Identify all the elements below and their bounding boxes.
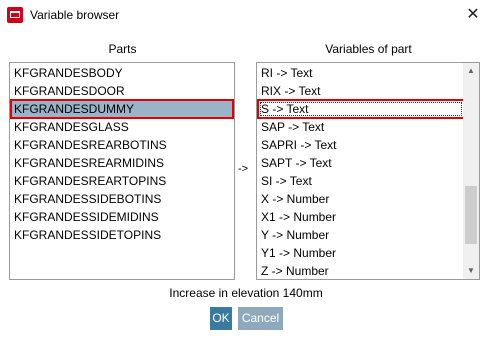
variables-list-item[interactable]: SAPRI -> Text bbox=[258, 136, 464, 154]
variables-header: Variables of part bbox=[325, 42, 412, 56]
app-icon bbox=[7, 7, 23, 23]
ok-button[interactable]: OK bbox=[210, 307, 232, 330]
variables-list-item[interactable]: Z -> Number bbox=[258, 262, 464, 280]
scroll-up-icon[interactable]: ▲ bbox=[463, 63, 479, 79]
cancel-button[interactable]: Cancel bbox=[238, 307, 283, 330]
parts-list[interactable]: KFGRANDESBODY KFGRANDESDOOR KFGRANDESDUMMY… bbox=[9, 62, 235, 280]
parts-list-item[interactable]: KFGRANDESBODY bbox=[11, 64, 233, 82]
window-title: Variable browser bbox=[30, 8, 120, 22]
vertical-scrollbar[interactable]: ▲ ▼ bbox=[463, 63, 479, 279]
variables-list-item[interactable]: RI -> Text bbox=[258, 64, 464, 82]
parts-header: Parts bbox=[108, 42, 137, 56]
variables-list[interactable]: Z -> Number Y1 -> Number Y -> Number X1 -> … bbox=[256, 62, 480, 280]
title-bar: Variable browser ✕ bbox=[0, 0, 492, 30]
variables-list-item[interactable]: S -> Text bbox=[257, 99, 465, 119]
variables-list-item[interactable]: Y -> Number bbox=[258, 226, 464, 244]
parts-list-item[interactable]: KFGRANDESDOOR bbox=[11, 82, 233, 100]
variables-list-item[interactable]: X -> Number bbox=[258, 190, 464, 208]
variables-list-item[interactable]: SAPT -> Text bbox=[258, 154, 464, 172]
parts-list-item[interactable]: KFGRANDESSIDEBOTINS bbox=[11, 190, 233, 208]
arrow-label: -> bbox=[238, 163, 249, 175]
parts-list-item[interactable]: KFGRANDESREARBOTINS bbox=[11, 136, 233, 154]
close-button[interactable]: ✕ bbox=[462, 4, 484, 26]
parts-list-item[interactable]: KFGRANDESSIDETOPINS bbox=[11, 226, 233, 244]
parts-list-item[interactable]: KFGRANDESREARMIDINS bbox=[11, 154, 233, 172]
variables-list-item[interactable]: X1 -> Number bbox=[258, 208, 464, 226]
scroll-down-icon[interactable]: ▼ bbox=[463, 263, 479, 279]
parts-list-item[interactable]: KFGRANDESDUMMY bbox=[10, 99, 234, 119]
status-text: Increase in elevation 140mm bbox=[169, 286, 323, 300]
variables-list-item[interactable]: Y1 -> Number bbox=[258, 244, 464, 262]
parts-list-item[interactable]: KFGRANDESSIDEMIDINS bbox=[11, 208, 233, 226]
variables-list-item[interactable]: RIX -> Text bbox=[258, 82, 464, 100]
variables-list-item[interactable]: SI -> Text bbox=[258, 172, 464, 190]
parts-list-item[interactable]: KFGRANDESREARTOPINS bbox=[11, 172, 233, 190]
scrollbar-thumb[interactable] bbox=[465, 186, 477, 245]
parts-list-item[interactable]: KFGRANDESGLASS bbox=[11, 118, 233, 136]
variables-list-item[interactable]: SAP -> Text bbox=[258, 118, 464, 136]
